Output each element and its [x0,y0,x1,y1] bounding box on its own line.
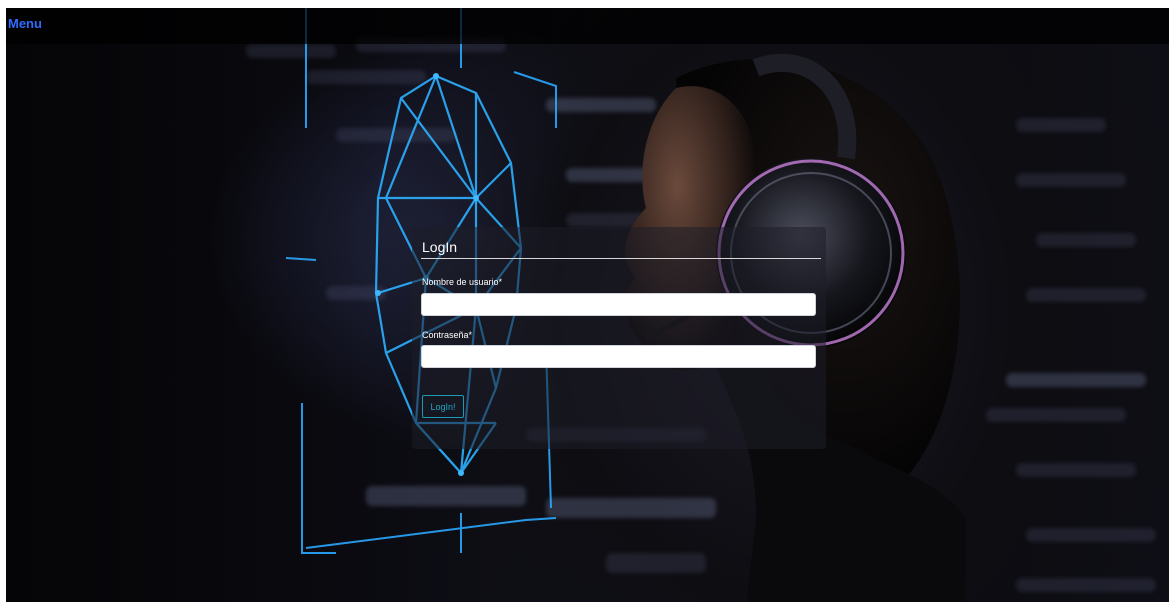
page-frame: Menu LogIn Nombre de usuario* Contraseña… [6,8,1169,602]
title-divider [421,258,821,259]
username-label: Nombre de usuario* [422,277,503,287]
login-title: LogIn [422,239,458,255]
top-navbar: Menu [6,8,1169,44]
menu-link[interactable]: Menu [8,16,42,31]
password-input[interactable] [421,345,816,368]
login-button[interactable]: LogIn! [422,395,464,418]
login-panel: LogIn Nombre de usuario* Contraseña* Log… [412,227,826,449]
password-label: Contraseña* [422,330,473,340]
username-input[interactable] [421,293,816,316]
